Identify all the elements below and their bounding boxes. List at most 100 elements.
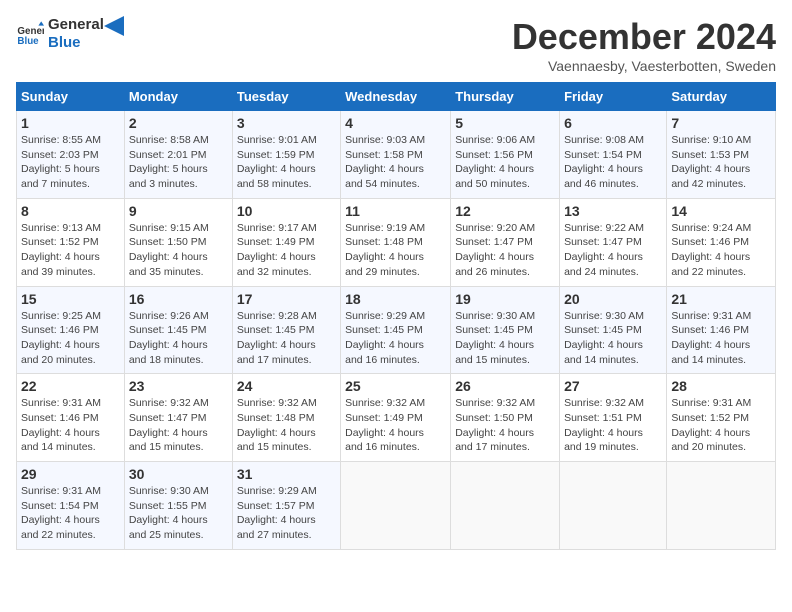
week-row-2: 8Sunrise: 9:13 AM Sunset: 1:52 PM Daylig… — [17, 198, 776, 286]
logo: General Blue General Blue — [16, 16, 124, 52]
calendar-cell: 24 Sunrise: 9:32 AM Sunset: 1:48 PM Dayli… — [232, 374, 340, 462]
day-number: 31 — [237, 466, 336, 482]
week-row-5: 29Sunrise: 9:31 AM Sunset: 1:54 PM Dayli… — [17, 462, 776, 550]
day-info: Sunrise: 9:32 AM Sunset: 1:51 PM Dayligh… — [564, 396, 662, 455]
calendar-cell: 17 Sunrise: 9:28 AM Sunset: 1:45 PM Dayli… — [232, 286, 340, 374]
header-day-tuesday: Tuesday — [232, 83, 340, 111]
day-number: 1 — [21, 115, 120, 131]
page-header: General Blue General Blue December 2024 … — [16, 16, 776, 74]
day-number: 10 — [237, 203, 336, 219]
calendar-cell: 7 Sunrise: 9:10 AM Sunset: 1:53 PM Daylig… — [667, 111, 776, 199]
header-day-saturday: Saturday — [667, 83, 776, 111]
calendar-cell: 21 Sunrise: 9:31 AM Sunset: 1:46 PM Dayli… — [667, 286, 776, 374]
header-day-thursday: Thursday — [451, 83, 560, 111]
calendar-cell: 8Sunrise: 9:13 AM Sunset: 1:52 PM Daylig… — [17, 198, 125, 286]
week-row-4: 22Sunrise: 9:31 AM Sunset: 1:46 PM Dayli… — [17, 374, 776, 462]
calendar-cell — [451, 462, 560, 550]
logo-arrow-icon — [104, 16, 124, 36]
day-info: Sunrise: 9:32 AM Sunset: 1:47 PM Dayligh… — [129, 396, 228, 455]
day-number: 14 — [671, 203, 771, 219]
day-number: 16 — [129, 291, 228, 307]
day-number: 28 — [671, 378, 771, 394]
day-number: 11 — [345, 203, 446, 219]
day-number: 15 — [21, 291, 120, 307]
day-info: Sunrise: 9:10 AM Sunset: 1:53 PM Dayligh… — [671, 133, 771, 192]
logo-blue: Blue — [48, 34, 104, 52]
day-info: Sunrise: 9:15 AM Sunset: 1:50 PM Dayligh… — [129, 221, 228, 280]
calendar-cell: 26Sunrise: 9:32 AM Sunset: 1:50 PM Dayli… — [451, 374, 560, 462]
day-info: Sunrise: 9:31 AM Sunset: 1:46 PM Dayligh… — [671, 309, 771, 368]
calendar-cell: 19 Sunrise: 9:30 AM Sunset: 1:45 PM Dayli… — [451, 286, 560, 374]
day-number: 25 — [345, 378, 446, 394]
week-row-3: 15 Sunrise: 9:25 AM Sunset: 1:46 PM Dayli… — [17, 286, 776, 374]
day-info: Sunrise: 9:31 AM Sunset: 1:54 PM Dayligh… — [21, 484, 120, 543]
calendar-cell — [560, 462, 667, 550]
day-info: Sunrise: 9:32 AM Sunset: 1:48 PM Dayligh… — [237, 396, 336, 455]
day-info: Sunrise: 9:25 AM Sunset: 1:46 PM Dayligh… — [21, 309, 120, 368]
day-info: Sunrise: 9:06 AM Sunset: 1:56 PM Dayligh… — [455, 133, 555, 192]
day-info: Sunrise: 9:32 AM Sunset: 1:49 PM Dayligh… — [345, 396, 446, 455]
day-info: Sunrise: 9:20 AM Sunset: 1:47 PM Dayligh… — [455, 221, 555, 280]
header-day-friday: Friday — [560, 83, 667, 111]
calendar-cell: 3Sunrise: 9:01 AM Sunset: 1:59 PM Daylig… — [232, 111, 340, 199]
day-info: Sunrise: 9:30 AM Sunset: 1:55 PM Dayligh… — [129, 484, 228, 543]
calendar-cell: 10 Sunrise: 9:17 AM Sunset: 1:49 PM Dayli… — [232, 198, 340, 286]
calendar-table: SundayMondayTuesdayWednesdayThursdayFrid… — [16, 82, 776, 550]
calendar-cell: 13Sunrise: 9:22 AM Sunset: 1:47 PM Dayli… — [560, 198, 667, 286]
logo-general: General — [48, 16, 104, 34]
header-day-monday: Monday — [124, 83, 232, 111]
calendar-cell: 28 Sunrise: 9:31 AM Sunset: 1:52 PM Dayli… — [667, 374, 776, 462]
day-info: Sunrise: 9:08 AM Sunset: 1:54 PM Dayligh… — [564, 133, 662, 192]
day-info: Sunrise: 9:24 AM Sunset: 1:46 PM Dayligh… — [671, 221, 771, 280]
day-info: Sunrise: 9:29 AM Sunset: 1:45 PM Dayligh… — [345, 309, 446, 368]
day-info: Sunrise: 9:31 AM Sunset: 1:52 PM Dayligh… — [671, 396, 771, 455]
calendar-cell: 27 Sunrise: 9:32 AM Sunset: 1:51 PM Dayli… — [560, 374, 667, 462]
day-info: Sunrise: 9:30 AM Sunset: 1:45 PM Dayligh… — [564, 309, 662, 368]
calendar-cell: 4Sunrise: 9:03 AM Sunset: 1:58 PM Daylig… — [341, 111, 451, 199]
week-row-1: 1 Sunrise: 8:55 AM Sunset: 2:03 PM Daylig… — [17, 111, 776, 199]
day-info: Sunrise: 8:58 AM Sunset: 2:01 PM Dayligh… — [129, 133, 228, 192]
day-number: 23 — [129, 378, 228, 394]
svg-text:Blue: Blue — [17, 36, 39, 47]
day-number: 17 — [237, 291, 336, 307]
logo-icon: General Blue — [16, 20, 44, 48]
calendar-cell: 6Sunrise: 9:08 AM Sunset: 1:54 PM Daylig… — [560, 111, 667, 199]
calendar-cell: 5Sunrise: 9:06 AM Sunset: 1:56 PM Daylig… — [451, 111, 560, 199]
day-number: 7 — [671, 115, 771, 131]
calendar-cell — [341, 462, 451, 550]
day-info: Sunrise: 8:55 AM Sunset: 2:03 PM Dayligh… — [21, 133, 120, 192]
title-block: December 2024 Vaennaesby, Vaesterbotten,… — [512, 16, 776, 74]
calendar-cell: 20 Sunrise: 9:30 AM Sunset: 1:45 PM Dayli… — [560, 286, 667, 374]
day-info: Sunrise: 9:01 AM Sunset: 1:59 PM Dayligh… — [237, 133, 336, 192]
day-number: 8 — [21, 203, 120, 219]
calendar-cell: 31 Sunrise: 9:29 AM Sunset: 1:57 PM Dayli… — [232, 462, 340, 550]
calendar-cell — [667, 462, 776, 550]
day-number: 21 — [671, 291, 771, 307]
day-info: Sunrise: 9:29 AM Sunset: 1:57 PM Dayligh… — [237, 484, 336, 543]
day-number: 26 — [455, 378, 555, 394]
calendar-cell: 1 Sunrise: 8:55 AM Sunset: 2:03 PM Daylig… — [17, 111, 125, 199]
day-number: 12 — [455, 203, 555, 219]
calendar-cell: 23 Sunrise: 9:32 AM Sunset: 1:47 PM Dayli… — [124, 374, 232, 462]
day-info: Sunrise: 9:03 AM Sunset: 1:58 PM Dayligh… — [345, 133, 446, 192]
header-day-wednesday: Wednesday — [341, 83, 451, 111]
day-number: 13 — [564, 203, 662, 219]
day-info: Sunrise: 9:17 AM Sunset: 1:49 PM Dayligh… — [237, 221, 336, 280]
day-number: 18 — [345, 291, 446, 307]
header-row: SundayMondayTuesdayWednesdayThursdayFrid… — [17, 83, 776, 111]
month-title: December 2024 — [512, 16, 776, 58]
day-number: 27 — [564, 378, 662, 394]
location-subtitle: Vaennaesby, Vaesterbotten, Sweden — [512, 58, 776, 74]
header-day-sunday: Sunday — [17, 83, 125, 111]
day-info: Sunrise: 9:28 AM Sunset: 1:45 PM Dayligh… — [237, 309, 336, 368]
day-number: 19 — [455, 291, 555, 307]
day-number: 9 — [129, 203, 228, 219]
day-number: 24 — [237, 378, 336, 394]
day-info: Sunrise: 9:31 AM Sunset: 1:46 PM Dayligh… — [21, 396, 120, 455]
calendar-cell: 2Sunrise: 8:58 AM Sunset: 2:01 PM Daylig… — [124, 111, 232, 199]
day-info: Sunrise: 9:30 AM Sunset: 1:45 PM Dayligh… — [455, 309, 555, 368]
calendar-cell: 14 Sunrise: 9:24 AM Sunset: 1:46 PM Dayli… — [667, 198, 776, 286]
day-number: 20 — [564, 291, 662, 307]
calendar-cell: 9 Sunrise: 9:15 AM Sunset: 1:50 PM Daylig… — [124, 198, 232, 286]
day-info: Sunrise: 9:26 AM Sunset: 1:45 PM Dayligh… — [129, 309, 228, 368]
